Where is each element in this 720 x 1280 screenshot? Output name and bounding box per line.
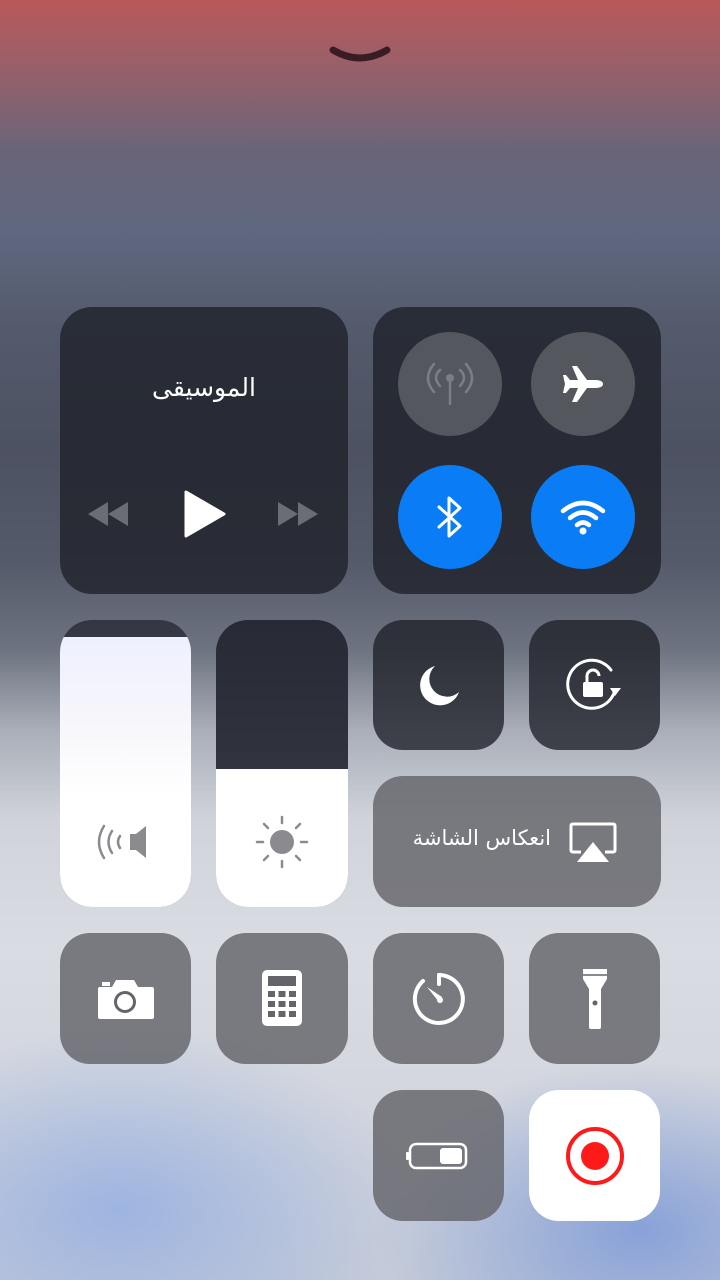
timer-icon bbox=[412, 973, 465, 1025]
calculator-button[interactable] bbox=[216, 933, 348, 1064]
record-icon bbox=[566, 1127, 624, 1185]
rotation-lock-icon bbox=[566, 658, 621, 710]
orientation-lock-toggle[interactable] bbox=[529, 620, 660, 750]
camera-button[interactable] bbox=[60, 933, 191, 1064]
flashlight-icon bbox=[583, 969, 607, 1029]
timer-button[interactable] bbox=[373, 933, 504, 1064]
speaker-icon bbox=[97, 824, 146, 860]
screen-mirroring-label: انعكاس الشاشة bbox=[412, 826, 551, 850]
bluetooth-icon bbox=[437, 496, 462, 538]
battery-icon bbox=[406, 1142, 468, 1170]
low-power-button[interactable] bbox=[373, 1090, 504, 1221]
bluetooth-toggle[interactable] bbox=[398, 465, 502, 569]
airplay-icon bbox=[569, 822, 617, 862]
fast-forward-icon[interactable] bbox=[276, 501, 320, 527]
now-playing-title: الموسيقى bbox=[152, 373, 256, 402]
antenna-icon bbox=[426, 362, 474, 406]
brightness-slider[interactable] bbox=[216, 620, 348, 907]
play-icon[interactable] bbox=[182, 489, 226, 539]
chevron-down-icon[interactable] bbox=[327, 42, 393, 68]
now-playing-module[interactable]: الموسيقى bbox=[60, 307, 348, 594]
volume-level bbox=[60, 637, 191, 907]
do-not-disturb-toggle[interactable] bbox=[373, 620, 504, 750]
moon-icon bbox=[420, 666, 459, 706]
cellular-toggle[interactable] bbox=[398, 332, 502, 436]
sun-icon bbox=[255, 815, 309, 869]
airplane-toggle[interactable] bbox=[531, 332, 635, 436]
volume-slider[interactable] bbox=[60, 620, 191, 907]
wifi-toggle[interactable] bbox=[531, 465, 635, 569]
flashlight-button[interactable] bbox=[529, 933, 660, 1064]
screen-mirroring-button[interactable]: انعكاس الشاشة bbox=[373, 776, 661, 907]
screen-record-button[interactable] bbox=[529, 1090, 660, 1221]
wifi-icon bbox=[560, 500, 606, 535]
camera-icon bbox=[98, 980, 154, 1019]
airplane-icon bbox=[563, 366, 603, 402]
rewind-icon[interactable] bbox=[86, 501, 130, 527]
calculator-icon bbox=[262, 970, 302, 1026]
